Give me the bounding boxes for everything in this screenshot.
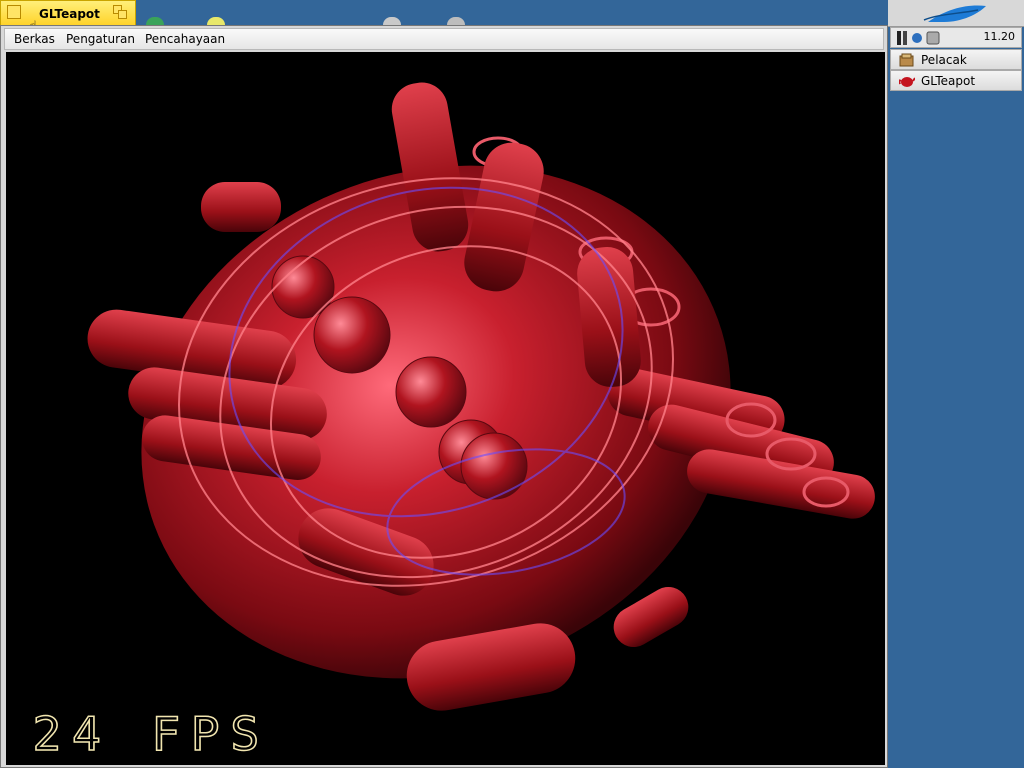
deskbar-menu-button[interactable] (888, 0, 1024, 27)
haiku-leaf-icon (923, 5, 986, 22)
deskbar-app-pelacak[interactable]: Pelacak (890, 49, 1022, 70)
menu-berkas[interactable]: Berkas (14, 32, 55, 46)
app-label-pelacak: Pelacak (921, 53, 967, 67)
window-tab[interactable]: GLTeapot ☝ (0, 0, 136, 34)
deskbar-app-glteapot[interactable]: GLTeapot (890, 70, 1022, 91)
menu-pencahayaan[interactable]: Pencahayaan (145, 32, 225, 46)
deskbar: 11.20 Pelacak GLTeapot (888, 0, 1024, 92)
desktop-icon-1[interactable] (146, 17, 164, 25)
volume-icon (926, 31, 940, 45)
tracker-icon (899, 53, 914, 67)
window-title: GLTeapot (39, 7, 100, 21)
menu-bar: Berkas Pengaturan Pencahayaan (4, 28, 884, 50)
desktop-icon-4[interactable] (447, 17, 465, 25)
system-tray: 11.20 (890, 27, 1022, 48)
app-label-glteapot: GLTeapot (921, 74, 976, 88)
cpu-meter-icon (897, 31, 901, 45)
desktop-icon-3[interactable] (383, 17, 401, 25)
close-button[interactable] (7, 5, 21, 19)
teapot-render (87, 82, 875, 711)
tray-icons (897, 31, 940, 45)
fps-counter: 24 FPS (32, 706, 270, 762)
gl-viewport[interactable]: 24 FPS (6, 52, 885, 765)
teapot-icon (899, 77, 915, 87)
clock[interactable]: 11.20 (984, 30, 1016, 43)
zoom-button[interactable] (113, 5, 129, 21)
menu-pengaturan[interactable]: Pengaturan (66, 32, 135, 46)
desktop-icon-2[interactable] (207, 17, 225, 25)
network-icon (912, 33, 922, 43)
glteapot-window: Berkas Pengaturan Pencahayaan 24 FPS (0, 25, 888, 768)
